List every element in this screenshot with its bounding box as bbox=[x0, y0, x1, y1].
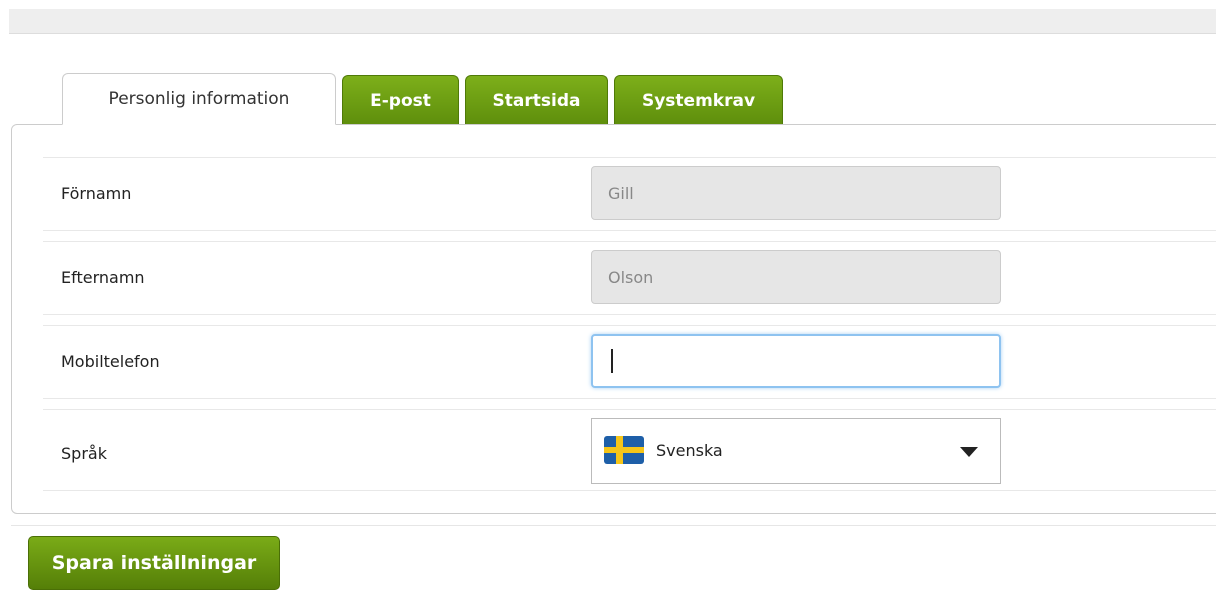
dropdown-arrow-icon bbox=[960, 447, 978, 457]
first-name-field bbox=[591, 166, 1001, 220]
form-row-first-name: Förnamn bbox=[43, 157, 1216, 231]
tab-email[interactable]: E-post bbox=[342, 75, 459, 125]
last-name-field bbox=[591, 250, 1001, 304]
divider bbox=[11, 525, 1216, 526]
sweden-flag-icon bbox=[604, 436, 644, 464]
form-row-mobile: Mobiltelefon bbox=[43, 325, 1216, 399]
tab-personal-information[interactable]: Personlig information bbox=[62, 73, 336, 125]
settings-tabs: Personlig information E-post Startsida S… bbox=[62, 73, 783, 125]
settings-panel: Förnamn Efternamn Mobiltelefon Språk Sve… bbox=[11, 124, 1216, 514]
tab-label: Startsida bbox=[492, 90, 581, 111]
language-selected-value: Svenska bbox=[656, 441, 723, 460]
tab-label: E-post bbox=[370, 90, 431, 111]
language-select[interactable]: Svenska bbox=[591, 418, 1001, 484]
tab-label: Personlig information bbox=[108, 89, 290, 109]
form-row-language: Språk Svenska bbox=[43, 409, 1216, 491]
form-row-last-name: Efternamn bbox=[43, 241, 1216, 315]
language-label: Språk bbox=[61, 444, 107, 463]
tab-start-page[interactable]: Startsida bbox=[465, 75, 608, 125]
mobile-label: Mobiltelefon bbox=[61, 352, 160, 371]
last-name-label: Efternamn bbox=[61, 268, 145, 287]
first-name-label: Förnamn bbox=[61, 184, 132, 203]
text-caret bbox=[611, 349, 613, 373]
mobile-phone-input[interactable] bbox=[591, 334, 1001, 388]
save-settings-button[interactable]: Spara inställningar bbox=[28, 536, 280, 590]
tab-system-requirements[interactable]: Systemkrav bbox=[614, 75, 783, 125]
tab-label: Systemkrav bbox=[641, 90, 756, 111]
top-bar bbox=[9, 9, 1216, 34]
